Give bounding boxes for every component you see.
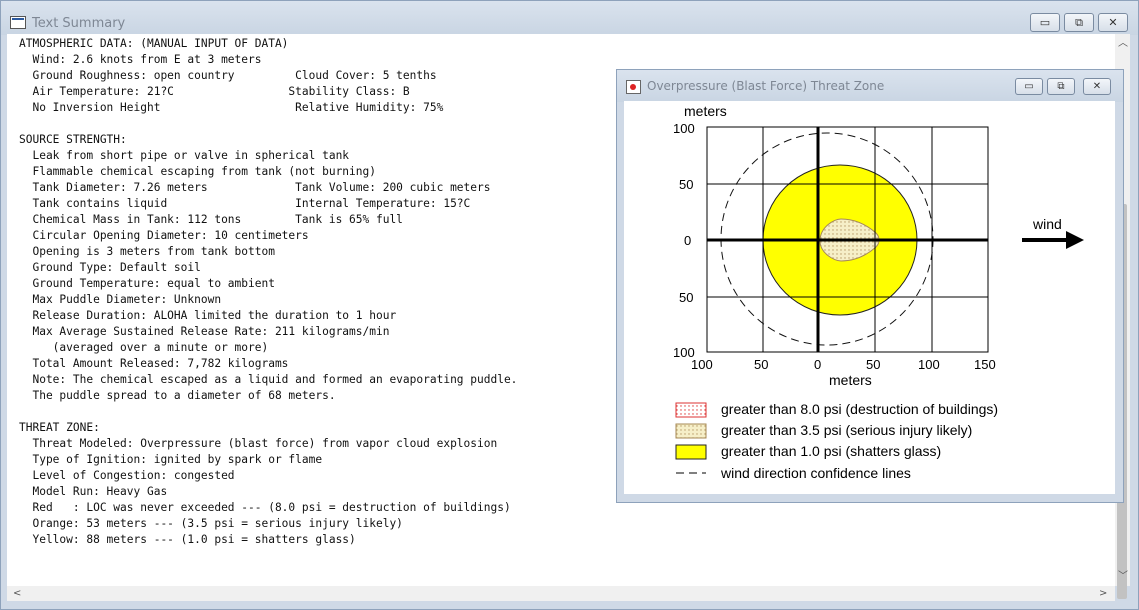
summary-line: Ground Type: Default soil (19, 261, 201, 274)
threat-zone-close-button[interactable]: ✕ (1083, 78, 1111, 95)
summary-line: Max Puddle Diameter: Unknown (19, 293, 222, 306)
legend: greater than 8.0 psi (destruction of bui… (675, 401, 998, 481)
x-tick-1: 100 (691, 357, 713, 372)
summary-line: Tank Diameter: 7.26 meters Tank Volume: … (19, 181, 491, 194)
legend-label-orange: greater than 3.5 psi (serious injury lik… (721, 422, 972, 438)
x-axis-label: meters (829, 372, 872, 388)
threat-zone-minimize-button[interactable]: ▭ (1015, 78, 1043, 95)
x-tick-6: 150 (974, 357, 996, 372)
summary-line: ATMOSPHERIC DATA: (MANUAL INPUT OF DATA) (19, 37, 289, 50)
legend-swatch-yellow (675, 444, 707, 460)
y-tick-2: 50 (679, 177, 693, 192)
x-tick-4: 50 (866, 357, 880, 372)
summary-line: Threat Modeled: Overpressure (blast forc… (19, 437, 498, 450)
horizontal-scrollbar[interactable]: < > (7, 586, 1115, 601)
summary-line: Opening is 3 meters from tank bottom (19, 245, 275, 258)
threat-zone-title: Overpressure (Blast Force) Threat Zone (647, 79, 885, 93)
threat-zone-plot: meters 100 50 0 50 100 100 50 0 50 100 1… (673, 103, 1084, 481)
summary-line: SOURCE STRENGTH: (19, 133, 127, 146)
summary-line: Ground Roughness: open country Cloud Cov… (19, 69, 437, 82)
threat-zone-plot-area: meters 100 50 0 50 100 100 50 0 50 100 1… (624, 101, 1115, 494)
y-tick-3: 0 (684, 233, 691, 248)
summary-line: Air Temperature: 21?C Stability Class: B (19, 85, 410, 98)
y-tick-4: 50 (679, 290, 693, 305)
legend-label-dash: wind direction confidence lines (720, 465, 911, 481)
threat-zone-window-icon (626, 80, 641, 94)
x-tick-2: 50 (754, 357, 768, 372)
threat-zone-restore-button[interactable]: ⧉ (1047, 78, 1075, 95)
summary-line: Red : LOC was never exceeded --- (8.0 ps… (19, 501, 511, 514)
summary-line: Max Average Sustained Release Rate: 211 … (19, 325, 390, 338)
close-button[interactable]: ✕ (1098, 13, 1128, 32)
window-icon (10, 16, 26, 29)
scroll-left-icon[interactable]: < (13, 586, 21, 601)
threat-zone-window: Overpressure (Blast Force) Threat Zone ▭… (616, 69, 1124, 503)
summary-line: No Inversion Height Relative Humidity: 7… (19, 101, 444, 114)
minimize-button[interactable]: ▭ (1030, 13, 1060, 32)
summary-line: Yellow: 88 meters --- (1.0 psi = shatter… (19, 533, 356, 546)
x-tick-3: 0 (814, 357, 821, 372)
restore-button[interactable]: ⧉ (1064, 13, 1094, 32)
wind-arrow-icon (1022, 231, 1084, 249)
summary-line: Orange: 53 meters --- (3.5 psi = serious… (19, 517, 403, 530)
scroll-right-icon[interactable]: > (1099, 586, 1107, 601)
legend-swatch-red (675, 402, 707, 418)
summary-line: Note: The chemical escaped as a liquid a… (19, 373, 518, 386)
legend-swatch-orange (675, 423, 707, 439)
title-bar[interactable]: Text Summary (1, 1, 1138, 35)
summary-line: Level of Congestion: congested (19, 469, 235, 482)
summary-line: Model Run: Heavy Gas (19, 485, 168, 498)
scroll-up-icon[interactable]: ︿ (1118, 36, 1128, 51)
summary-line: THREAT ZONE: (19, 421, 100, 434)
y-tick-1: 100 (673, 121, 695, 136)
summary-line: Leak from short pipe or valve in spheric… (19, 149, 350, 162)
summary-line: Wind: 2.6 knots from E at 3 meters (19, 53, 262, 66)
summary-line: Total Amount Released: 7,782 kilograms (19, 357, 289, 370)
scroll-down-icon[interactable]: ﹀ (1118, 569, 1128, 584)
window-title: Text Summary (32, 16, 126, 31)
x-tick-5: 100 (918, 357, 940, 372)
legend-label-red: greater than 8.0 psi (destruction of bui… (721, 401, 998, 417)
wind-label: wind (1032, 216, 1062, 232)
summary-line: Flammable chemical escaping from tank (n… (19, 165, 376, 178)
summary-line: Ground Temperature: equal to ambient (19, 277, 275, 290)
summary-line: The puddle spread to a diameter of 68 me… (19, 389, 336, 402)
y-axis-label: meters (684, 103, 727, 119)
summary-line: Release Duration: ALOHA limited the dura… (19, 309, 397, 322)
summary-line: Type of Ignition: ignited by spark or fl… (19, 453, 323, 466)
summary-line: Circular Opening Diameter: 10 centimeter… (19, 229, 309, 242)
summary-line: Tank contains liquid Internal Temperatur… (19, 197, 471, 210)
summary-line: Chemical Mass in Tank: 112 tons Tank is … (19, 213, 403, 226)
legend-label-yellow: greater than 1.0 psi (shatters glass) (721, 443, 941, 459)
summary-text: ATMOSPHERIC DATA: (MANUAL INPUT OF DATA)… (19, 36, 517, 548)
summary-line: (averaged over a minute or more) (19, 341, 269, 354)
